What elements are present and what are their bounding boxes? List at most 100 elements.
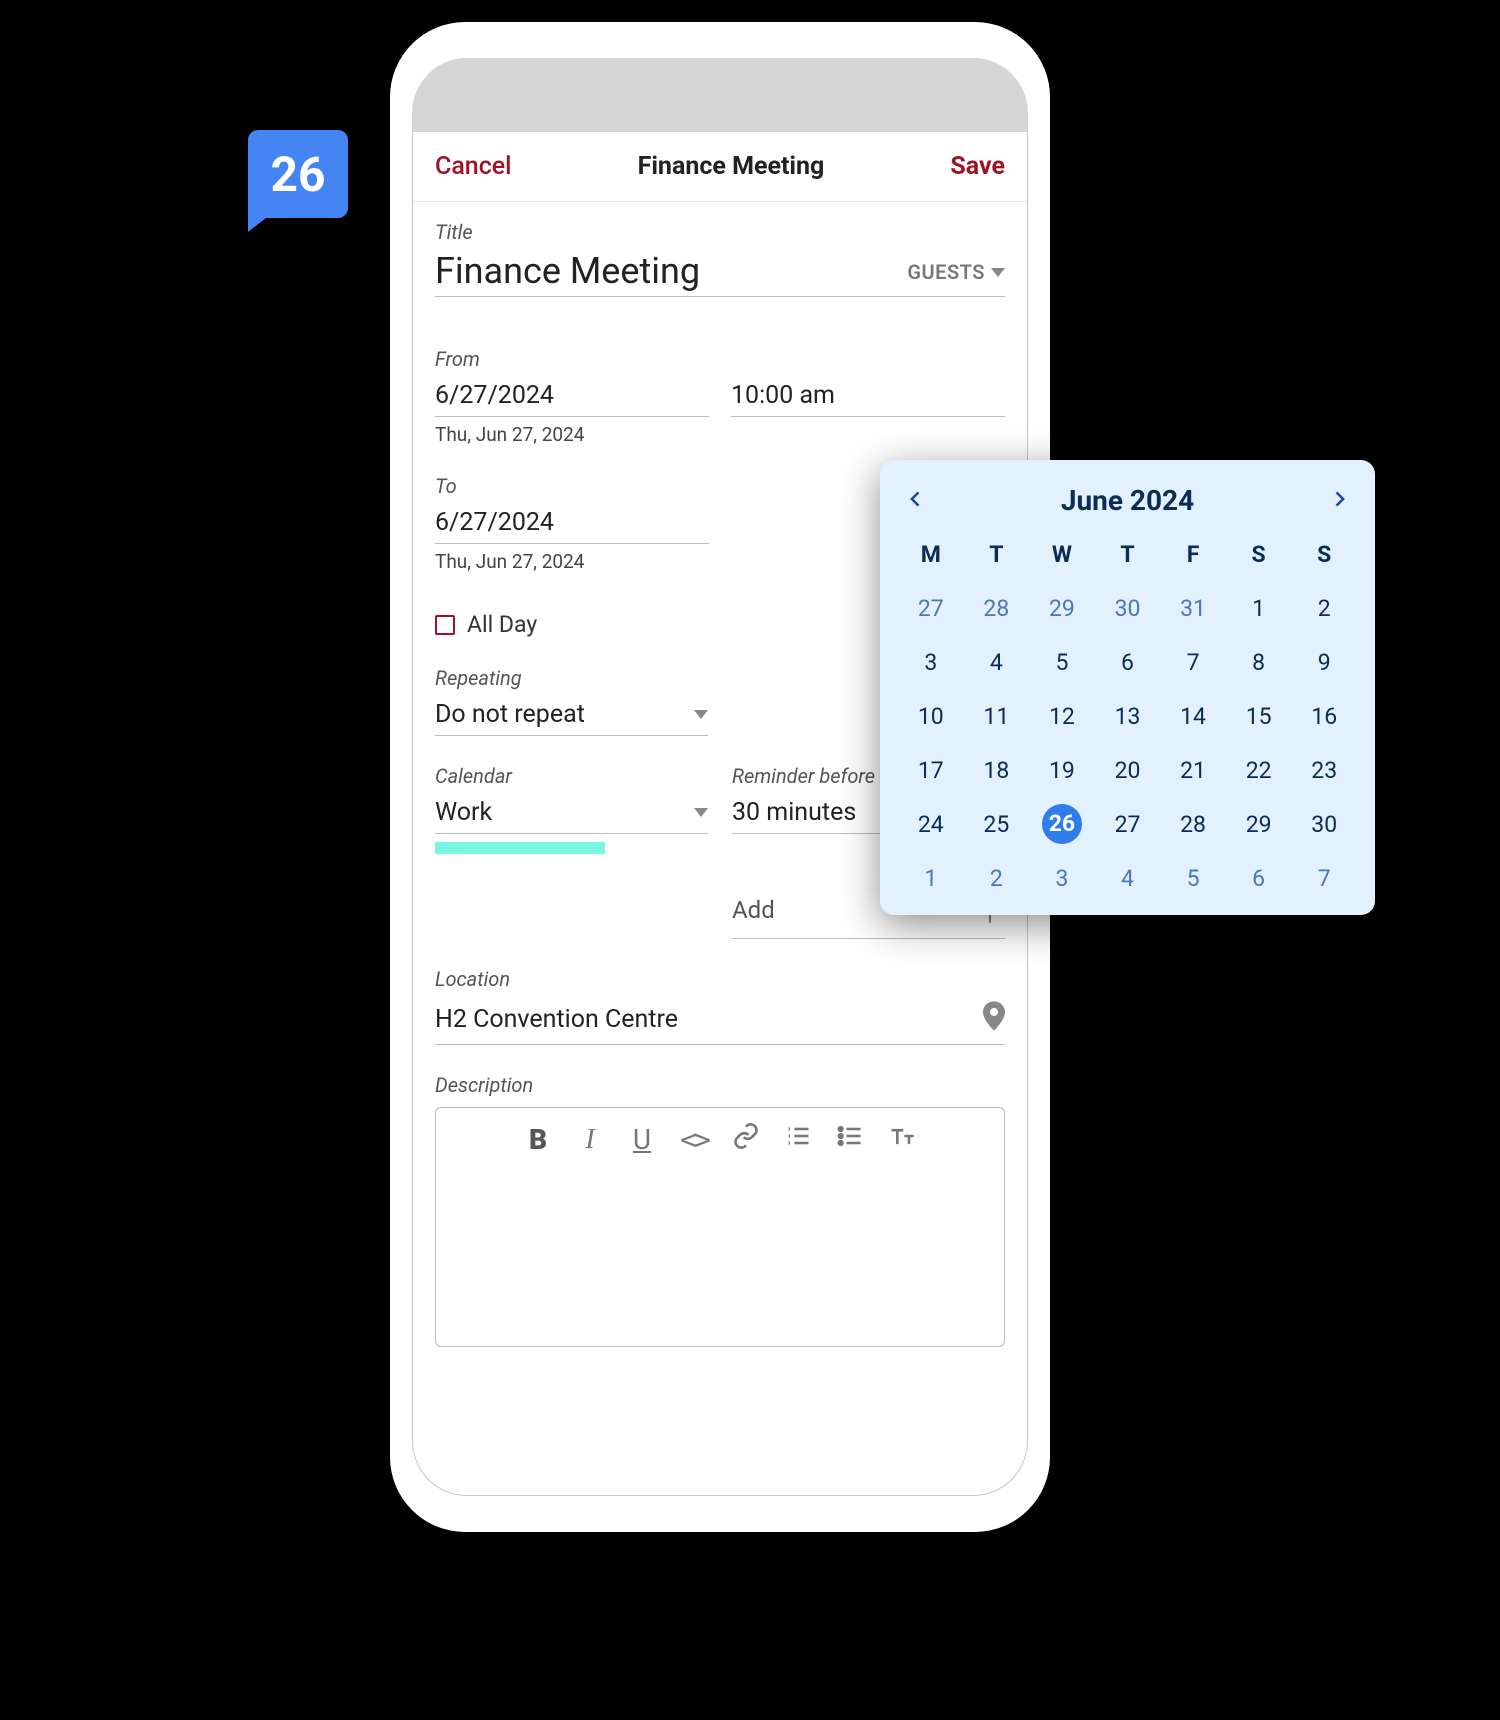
ordered-list-button[interactable] xyxy=(781,1122,815,1157)
date-cell[interactable]: 14 xyxy=(1160,699,1226,733)
to-date-input[interactable]: 6/27/2024 xyxy=(435,504,709,544)
link-button[interactable] xyxy=(729,1122,763,1157)
prev-month-button[interactable] xyxy=(898,486,934,516)
chevron-down-icon xyxy=(694,710,708,719)
chevron-down-icon xyxy=(991,268,1005,277)
chevron-left-icon xyxy=(906,486,926,512)
calendar-value: Work xyxy=(435,798,492,827)
bold-button[interactable]: B xyxy=(521,1123,555,1156)
calendar-label: Calendar xyxy=(435,764,708,788)
calendar-badge: 26 xyxy=(248,130,348,218)
date-cell[interactable]: 11 xyxy=(964,699,1030,733)
next-month-button[interactable] xyxy=(1321,486,1357,516)
date-cell[interactable]: 6 xyxy=(1226,861,1292,895)
calendar-select[interactable]: Work xyxy=(435,794,708,834)
date-cell[interactable]: 24 xyxy=(898,807,964,841)
top-bar: Cancel Finance Meeting Save xyxy=(413,132,1027,202)
from-day-text: Thu, Jun 27, 2024 xyxy=(435,423,709,446)
title-input[interactable]: Finance Meeting xyxy=(435,250,700,292)
date-cell[interactable]: 19 xyxy=(1029,753,1095,787)
weekday-header: F xyxy=(1160,537,1226,571)
date-cell[interactable]: 9 xyxy=(1291,645,1357,679)
date-cell[interactable]: 31 xyxy=(1160,591,1226,625)
date-cell[interactable]: 25 xyxy=(964,807,1030,841)
calendar-color-swatch xyxy=(435,842,605,854)
date-cell[interactable]: 18 xyxy=(964,753,1030,787)
date-cell[interactable]: 8 xyxy=(1226,645,1292,679)
date-cell[interactable]: 15 xyxy=(1226,699,1292,733)
location-value: H2 Convention Centre xyxy=(435,1005,678,1034)
location-pin-icon xyxy=(983,1001,1005,1038)
date-cell[interactable]: 7 xyxy=(1291,861,1357,895)
repeating-value: Do not repeat xyxy=(435,700,585,729)
date-cell[interactable]: 3 xyxy=(1029,861,1095,895)
chevron-right-icon xyxy=(1329,486,1349,512)
repeating-select[interactable]: Do not repeat xyxy=(435,696,708,736)
date-cell[interactable]: 10 xyxy=(898,699,964,733)
date-cell[interactable]: 20 xyxy=(1095,753,1161,787)
from-label: From xyxy=(435,347,1005,371)
cancel-button[interactable]: Cancel xyxy=(435,152,512,181)
date-cell[interactable]: 13 xyxy=(1095,699,1161,733)
text-size-button[interactable] xyxy=(885,1122,919,1157)
date-cell[interactable]: 30 xyxy=(1095,591,1161,625)
code-button[interactable]: <> xyxy=(677,1123,711,1156)
weekday-header: M xyxy=(898,537,964,571)
date-cell[interactable]: 4 xyxy=(964,645,1030,679)
description-label: Description xyxy=(435,1073,1005,1097)
date-cell[interactable]: 26 xyxy=(1029,807,1095,841)
date-cell[interactable]: 12 xyxy=(1029,699,1095,733)
date-cell[interactable]: 2 xyxy=(1291,591,1357,625)
date-picker-grid: MTWTFSS272829303112345678910111213141516… xyxy=(898,537,1357,895)
date-cell[interactable]: 28 xyxy=(964,591,1030,625)
weekday-header: W xyxy=(1029,537,1095,571)
title-label: Title xyxy=(435,220,1005,244)
from-date-input[interactable]: 6/27/2024 xyxy=(435,377,709,417)
weekday-header: S xyxy=(1291,537,1357,571)
to-day-text: Thu, Jun 27, 2024 xyxy=(435,550,709,573)
date-cell[interactable]: 29 xyxy=(1029,591,1095,625)
date-cell[interactable]: 1 xyxy=(1226,591,1292,625)
date-cell[interactable]: 21 xyxy=(1160,753,1226,787)
date-cell[interactable]: 30 xyxy=(1291,807,1357,841)
date-cell[interactable]: 2 xyxy=(964,861,1030,895)
date-cell[interactable]: 23 xyxy=(1291,753,1357,787)
description-editor[interactable]: B I U <> xyxy=(435,1107,1005,1347)
date-cell[interactable]: 27 xyxy=(1095,807,1161,841)
location-input[interactable]: H2 Convention Centre xyxy=(435,997,1005,1045)
guests-button[interactable]: GUESTS xyxy=(907,260,1005,292)
add-label: Add xyxy=(732,896,775,924)
location-label: Location xyxy=(435,967,1005,991)
date-cell[interactable]: 17 xyxy=(898,753,964,787)
save-button[interactable]: Save xyxy=(950,152,1005,181)
bullet-list-button[interactable] xyxy=(833,1122,867,1157)
date-cell[interactable]: 27 xyxy=(898,591,964,625)
date-cell[interactable]: 1 xyxy=(898,861,964,895)
checkbox-icon xyxy=(435,615,455,635)
date-cell[interactable]: 7 xyxy=(1160,645,1226,679)
date-cell[interactable]: 3 xyxy=(898,645,964,679)
date-cell[interactable]: 29 xyxy=(1226,807,1292,841)
picker-month-label: June 2024 xyxy=(1061,484,1194,517)
weekday-header: T xyxy=(964,537,1030,571)
formatting-toolbar: B I U <> xyxy=(436,1108,1004,1167)
date-cell[interactable]: 16 xyxy=(1291,699,1357,733)
all-day-label: All Day xyxy=(467,611,537,638)
status-bar xyxy=(412,58,1028,132)
date-cell[interactable]: 6 xyxy=(1095,645,1161,679)
from-time-input[interactable]: 10:00 am xyxy=(731,377,1005,417)
date-cell[interactable]: 5 xyxy=(1160,861,1226,895)
page-title: Finance Meeting xyxy=(638,152,825,181)
date-cell[interactable]: 22 xyxy=(1226,753,1292,787)
date-cell[interactable]: 28 xyxy=(1160,807,1226,841)
date-cell[interactable]: 5 xyxy=(1029,645,1095,679)
date-cell[interactable]: 4 xyxy=(1095,861,1161,895)
date-picker-popover: June 2024 MTWTFSS27282930311234567891011… xyxy=(880,460,1375,915)
chevron-down-icon xyxy=(694,808,708,817)
calendar-badge-value: 26 xyxy=(270,146,325,203)
weekday-header: S xyxy=(1226,537,1292,571)
underline-button[interactable]: U xyxy=(625,1123,659,1156)
guests-label: GUESTS xyxy=(907,260,985,284)
italic-button[interactable]: I xyxy=(573,1124,607,1156)
weekday-header: T xyxy=(1095,537,1161,571)
